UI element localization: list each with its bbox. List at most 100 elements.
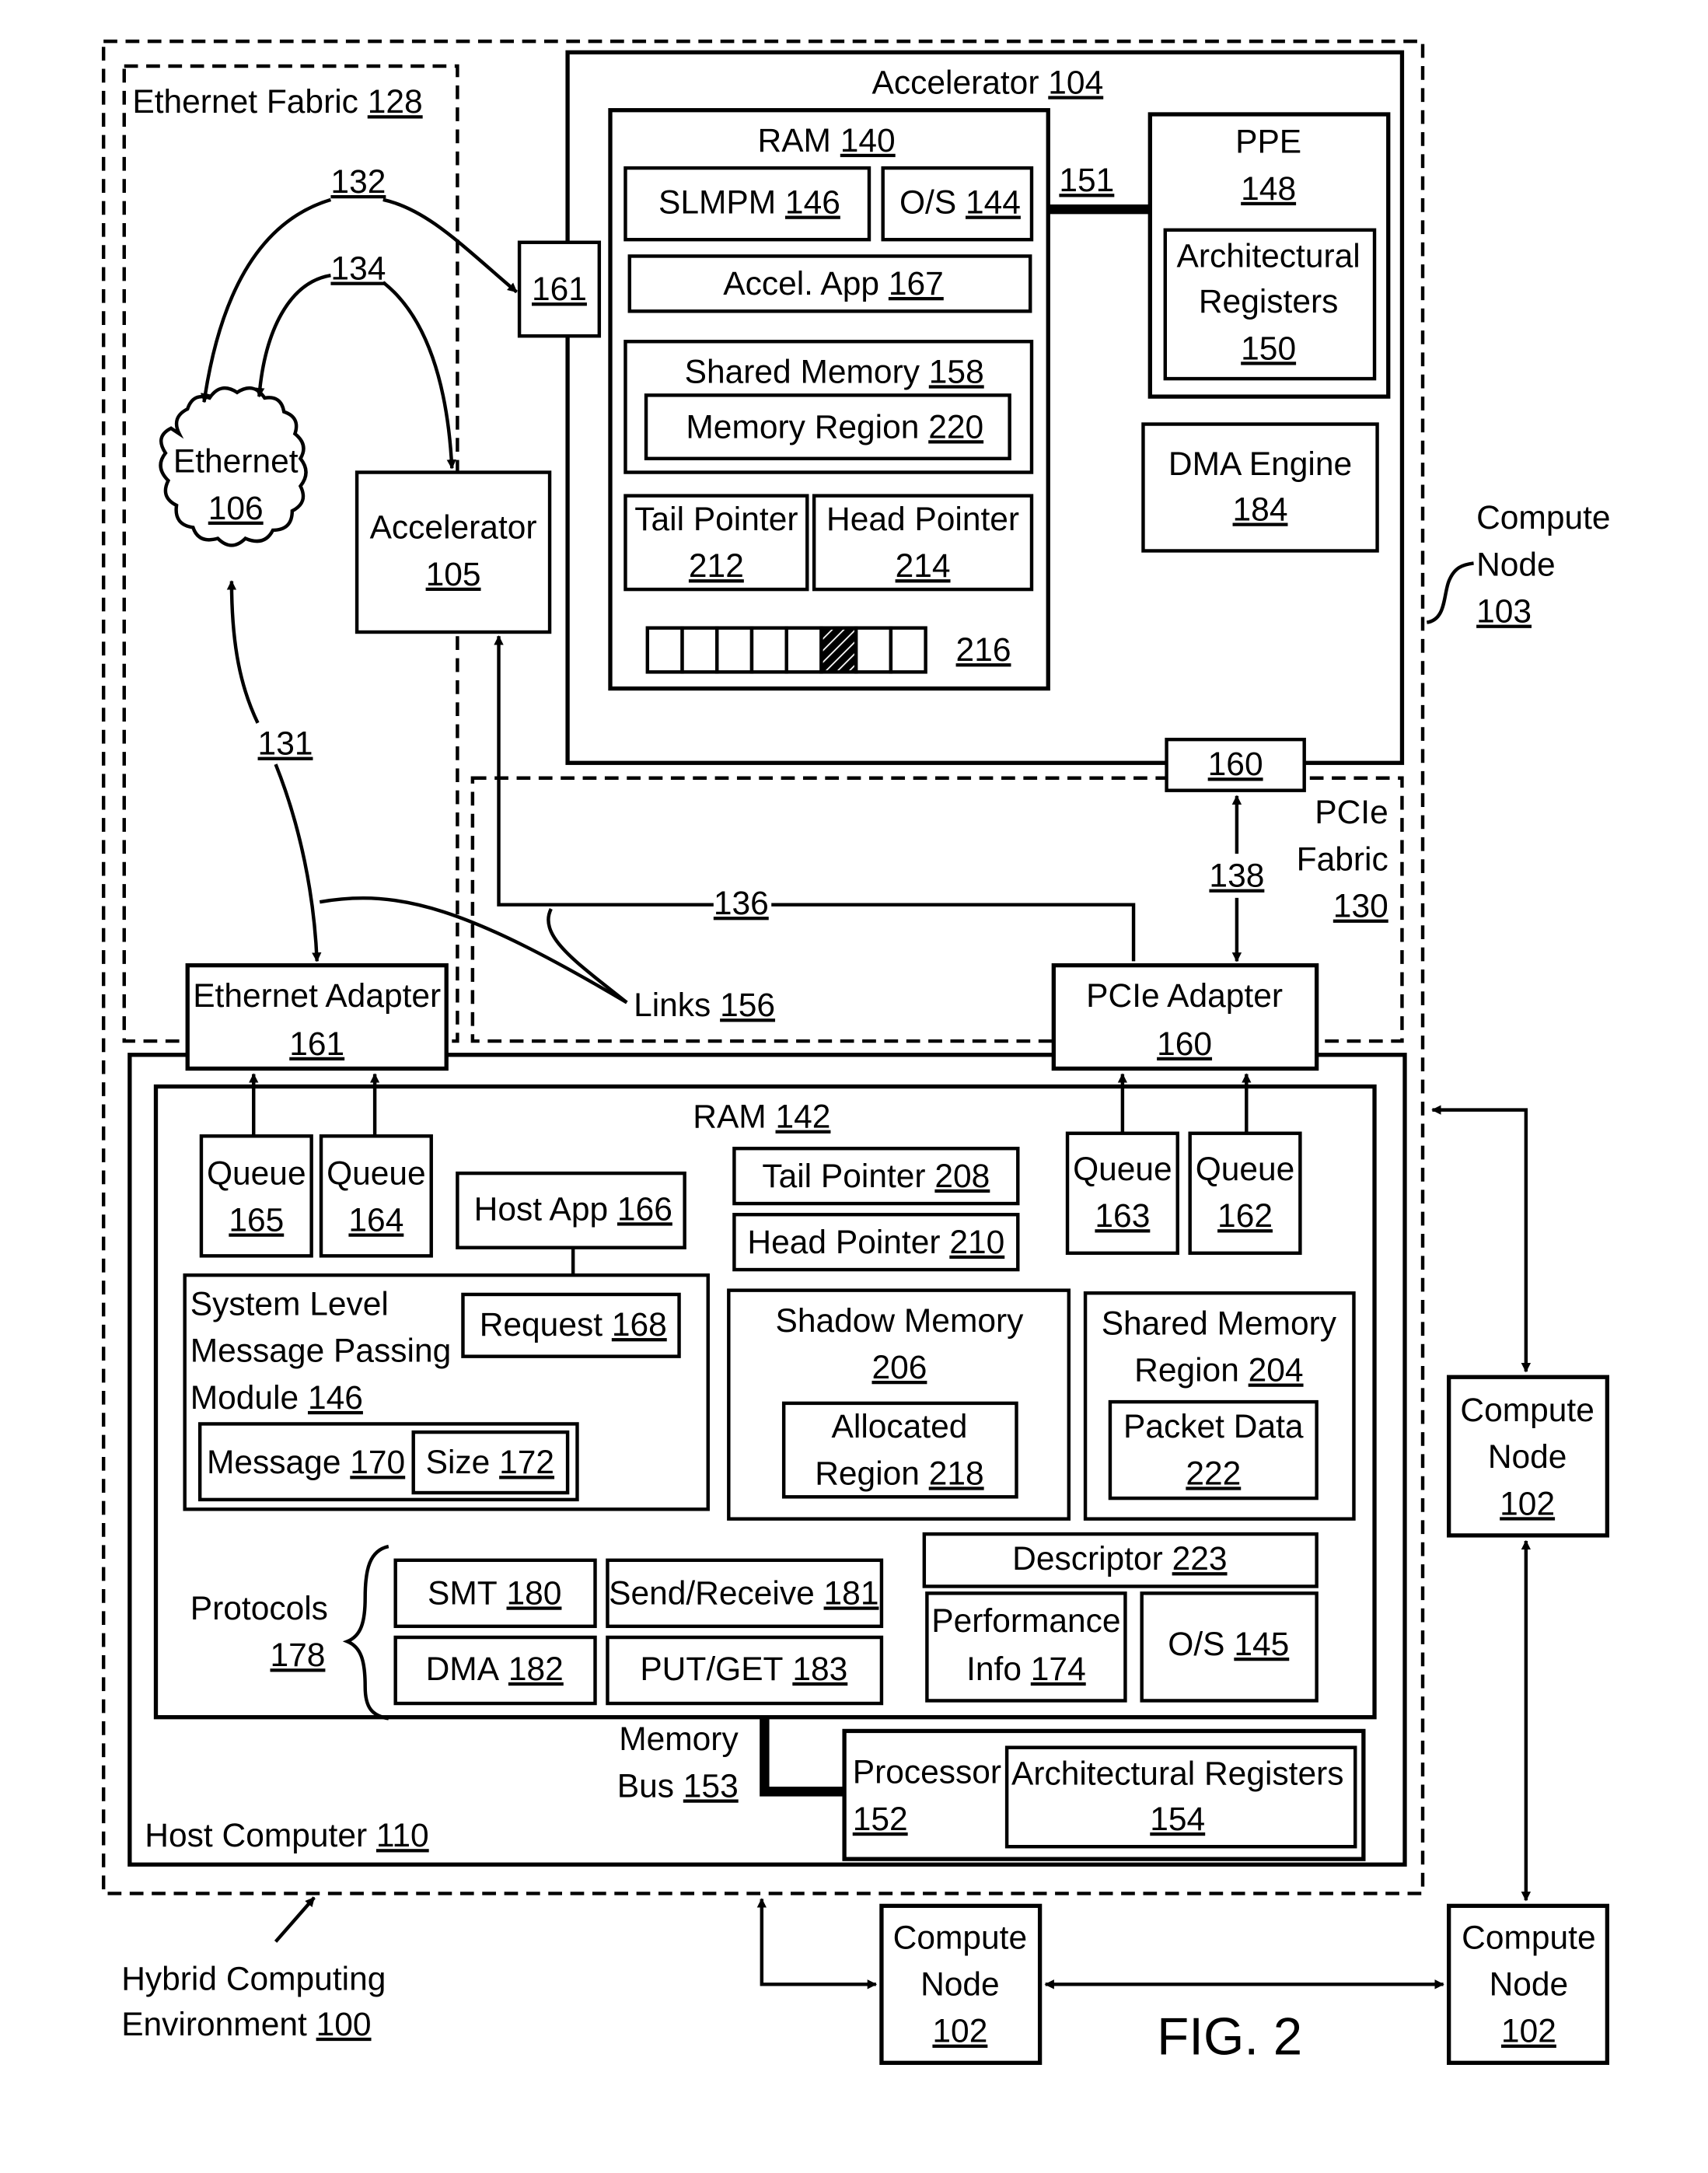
svg-text:SLMPM 146: SLMPM 146: [658, 185, 840, 222]
svg-text:160: 160: [1157, 1026, 1212, 1063]
svg-text:Compute: Compute: [893, 1920, 1027, 1956]
host-head-pointer-210[interactable]: Head Pointer 210: [732, 1213, 1020, 1272]
accelerator-105[interactable]: Accelerator 105: [355, 470, 552, 634]
svg-text:Queue: Queue: [1196, 1151, 1295, 1188]
processor-architectural-registers-154[interactable]: Architectural Registers 154: [1004, 1745, 1357, 1849]
pcie-adapter-160[interactable]: PCIe Adapter 160: [1051, 962, 1319, 1071]
dma-engine-184[interactable]: DMA Engine 184: [1141, 422, 1379, 553]
request-168[interactable]: Request 168: [461, 1292, 681, 1358]
svg-text:Request 168: Request 168: [480, 1307, 667, 1343]
accel-os-144[interactable]: O/S 144: [881, 166, 1034, 242]
svg-text:Size 172: Size 172: [426, 1445, 554, 1481]
accelerator-104[interactable]: Accelerator 104 RAM 140 SLMPM 146 O/S 14…: [565, 50, 1405, 765]
svg-text:103: 103: [1476, 594, 1532, 631]
svg-text:102: 102: [1500, 1486, 1555, 1522]
send-receive-181[interactable]: Send/Receive 181: [606, 1558, 884, 1629]
hybrid-environment-label: Hybrid Computing Hybrid Computing Enviro…: [121, 1896, 386, 2043]
compute-node-103-label: Compute Node 103: [1426, 500, 1611, 631]
svg-text:Processor: Processor: [853, 1755, 1001, 1791]
link-132-to-ethernet: [200, 197, 332, 404]
svg-text:163: 163: [1095, 1198, 1150, 1235]
ring-buffer-label: 216: [956, 632, 1011, 669]
svg-text:Head Pointer 210: Head Pointer 210: [747, 1224, 1004, 1261]
svg-text:Descriptor 223: Descriptor 223: [1012, 1541, 1227, 1577]
svg-text:Architectural Registers: Architectural Registers: [1011, 1756, 1344, 1793]
put-get-183[interactable]: PUT/GET 183: [606, 1635, 884, 1706]
link-134-label: 134: [330, 251, 386, 288]
size-172[interactable]: Size 172: [411, 1430, 570, 1495]
accel-port-161[interactable]: 161: [517, 240, 602, 338]
ethernet-adapter-161[interactable]: Ethernet Adapter 161: [185, 962, 449, 1071]
buffer-cell: [889, 626, 927, 674]
svg-text:Queue: Queue: [1073, 1151, 1172, 1188]
compute-node-102-right[interactable]: Compute Node 102: [1447, 1375, 1610, 1538]
svg-text:Architectural: Architectural: [1177, 239, 1360, 275]
accel-head-pointer-214[interactable]: Head Pointer 214: [812, 494, 1034, 592]
smt-180[interactable]: SMT 180: [393, 1558, 597, 1629]
compute-node-102-bottom-left[interactable]: Compute Node 102: [879, 1903, 1043, 2065]
svg-text:Host App 166: Host App 166: [474, 1191, 672, 1228]
environment-word: Environment 100: [121, 2007, 371, 2043]
svg-text:152: 152: [853, 1801, 908, 1838]
host-app-166[interactable]: Host App 166: [456, 1171, 686, 1249]
pcie-fabric-label: PCIe Fabric 130: [1297, 795, 1388, 924]
host-os-145[interactable]: O/S 145: [1140, 1591, 1319, 1703]
svg-text:PUT/GET 183: PUT/GET 183: [640, 1651, 847, 1688]
accel-tail-pointer-212[interactable]: Tail Pointer 212: [623, 494, 809, 592]
ppe-architectural-registers-150[interactable]: Architectural Registers 150: [1163, 228, 1377, 381]
allocated-region-218[interactable]: Allocated Region 218: [781, 1401, 1018, 1499]
svg-text:Hybrid Computing: Hybrid Computing: [121, 1961, 386, 1997]
dma-182[interactable]: DMA 182: [393, 1635, 597, 1706]
bus-151-label: 151: [1059, 162, 1114, 199]
link-host-to-compute-node-right: [1431, 1105, 1532, 1373]
descriptor-223[interactable]: Descriptor 223: [922, 1532, 1319, 1588]
buffer-cell-hatched: [819, 626, 858, 674]
buffer-cell: [784, 626, 823, 674]
svg-text:Queue: Queue: [207, 1155, 306, 1192]
accel-app-167[interactable]: Accel. App 167: [627, 254, 1032, 313]
svg-text:System Level: System Level: [190, 1287, 389, 1323]
svg-text:PPE: PPE: [1235, 124, 1301, 161]
buffer-cell: [854, 626, 893, 674]
svg-text:Memory: Memory: [619, 1721, 739, 1758]
compute-node-102-bottom-right[interactable]: Compute Node 102: [1447, 1903, 1610, 2065]
performance-info-174[interactable]: Performance Info 174: [925, 1591, 1127, 1703]
svg-text:Protocols: Protocols: [190, 1591, 328, 1627]
svg-text:165: 165: [229, 1202, 284, 1238]
svg-text:Node: Node: [1476, 547, 1556, 583]
queue-162[interactable]: Queue 162: [1188, 1131, 1302, 1256]
queue-164[interactable]: Queue 164: [319, 1134, 433, 1258]
svg-text:Ethernet Adapter: Ethernet Adapter: [193, 978, 441, 1015]
packet-data-222[interactable]: Packet Data 222: [1108, 1399, 1319, 1500]
accel-memory-region-220[interactable]: Memory Region 220: [644, 393, 1011, 461]
svg-text:DMA Engine: DMA Engine: [1168, 446, 1352, 483]
svg-text:184: 184: [1233, 492, 1288, 529]
svg-text:222: 222: [1186, 1455, 1241, 1492]
svg-text:Shared Memory 158: Shared Memory 158: [685, 354, 984, 390]
svg-text:161: 161: [289, 1026, 344, 1063]
svg-text:Fabric: Fabric: [1297, 841, 1388, 878]
svg-text:Message 170: Message 170: [207, 1445, 405, 1481]
host-ram-label: RAM 142: [693, 1099, 830, 1136]
queue-163[interactable]: Queue 163: [1065, 1131, 1179, 1256]
svg-text:212: 212: [689, 548, 744, 585]
svg-text:Node: Node: [1490, 1967, 1569, 2004]
link-131-label: 131: [258, 726, 313, 763]
svg-text:160: 160: [1208, 746, 1263, 783]
svg-text:Region 204: Region 204: [1134, 1353, 1303, 1389]
accel-slmpm-146[interactable]: SLMPM 146: [623, 166, 871, 242]
svg-text:130: 130: [1333, 889, 1388, 925]
svg-text:164: 164: [348, 1202, 403, 1238]
svg-text:Module 146: Module 146: [190, 1380, 363, 1417]
accel-port-160[interactable]: 160: [1165, 737, 1306, 792]
svg-text:Region 218: Region 218: [815, 1455, 983, 1492]
svg-text:O/S 144: O/S 144: [899, 185, 1021, 222]
svg-text:Message Passing: Message Passing: [190, 1333, 451, 1370]
host-tail-pointer-208[interactable]: Tail Pointer 208: [732, 1146, 1020, 1206]
link-134-to-ethernet: [255, 274, 331, 398]
buffer-cell: [749, 626, 788, 674]
svg-text:Memory Region 220: Memory Region 220: [686, 409, 983, 445]
ethernet-106[interactable]: Ethernet 106: [159, 386, 308, 547]
link-138-label: 138: [1209, 858, 1264, 895]
queue-165[interactable]: Queue 165: [199, 1134, 313, 1258]
